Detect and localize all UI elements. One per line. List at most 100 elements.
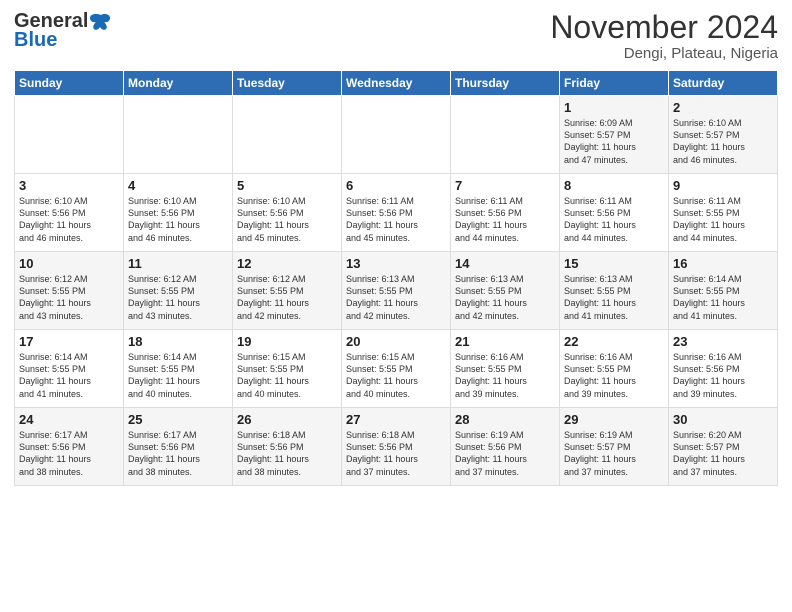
day-number: 29 [564,412,664,427]
title-block: November 2024 Dengi, Plateau, Nigeria [550,10,778,62]
day-number: 30 [673,412,773,427]
weekday-header: Wednesday [342,71,451,96]
day-number: 8 [564,178,664,193]
day-number: 11 [128,256,228,271]
day-info: Sunrise: 6:16 AM Sunset: 5:55 PM Dayligh… [564,351,664,400]
weekday-header: Thursday [451,71,560,96]
day-number: 10 [19,256,119,271]
calendar-day-cell: 25 Sunrise: 6:17 AM Sunset: 5:56 PM Dayli… [124,408,233,486]
calendar-day-cell: 21 Sunrise: 6:16 AM Sunset: 5:55 PM Dayli… [451,330,560,408]
day-number: 26 [237,412,337,427]
day-info: Sunrise: 6:11 AM Sunset: 5:56 PM Dayligh… [455,195,555,244]
calendar-day-cell: 19Sunrise: 6:15 AM Sunset: 5:55 PM Dayli… [233,330,342,408]
calendar-day-cell: 8Sunrise: 6:11 AM Sunset: 5:56 PM Daylig… [560,174,669,252]
day-number: 27 [346,412,446,427]
day-number: 12 [237,256,337,271]
calendar-day-cell: 14 Sunrise: 6:13 AM Sunset: 5:55 PM Dayli… [451,252,560,330]
calendar-day-cell: 22 Sunrise: 6:16 AM Sunset: 5:55 PM Dayli… [560,330,669,408]
calendar-day-cell [451,96,560,174]
day-number: 2 [673,100,773,115]
day-info: Sunrise: 6:10 AM Sunset: 5:57 PM Dayligh… [673,117,773,166]
day-info: Sunrise: 6:18 AM Sunset: 5:56 PM Dayligh… [346,429,446,478]
day-info: Sunrise: 6:13 AM Sunset: 5:55 PM Dayligh… [564,273,664,322]
day-number: 24 [19,412,119,427]
day-info: Sunrise: 6:10 AM Sunset: 5:56 PM Dayligh… [19,195,119,244]
calendar-day-cell [15,96,124,174]
day-info: Sunrise: 6:13 AM Sunset: 5:55 PM Dayligh… [455,273,555,322]
calendar-day-cell: 5 Sunrise: 6:10 AM Sunset: 5:56 PM Daylig… [233,174,342,252]
day-number: 17 [19,334,119,349]
day-number: 18 [128,334,228,349]
day-info: Sunrise: 6:14 AM Sunset: 5:55 PM Dayligh… [19,351,119,400]
weekday-header: Sunday [15,71,124,96]
day-info: Sunrise: 6:17 AM Sunset: 5:56 PM Dayligh… [19,429,119,478]
day-number: 14 [455,256,555,271]
logo-blue: Blue [14,29,57,52]
calendar-day-cell [342,96,451,174]
calendar-week-row: 24 Sunrise: 6:17 AM Sunset: 5:56 PM Dayli… [15,408,778,486]
weekday-header: Tuesday [233,71,342,96]
calendar-day-cell: 1Sunrise: 6:09 AM Sunset: 5:57 PM Daylig… [560,96,669,174]
calendar-day-cell: 24 Sunrise: 6:17 AM Sunset: 5:56 PM Dayli… [15,408,124,486]
day-info: Sunrise: 6:17 AM Sunset: 5:56 PM Dayligh… [128,429,228,478]
day-info: Sunrise: 6:12 AM Sunset: 5:55 PM Dayligh… [237,273,337,322]
calendar-week-row: 3Sunrise: 6:10 AM Sunset: 5:56 PM Daylig… [15,174,778,252]
day-info: Sunrise: 6:20 AM Sunset: 5:57 PM Dayligh… [673,429,773,478]
day-number: 21 [455,334,555,349]
day-info: Sunrise: 6:16 AM Sunset: 5:55 PM Dayligh… [455,351,555,400]
day-info: Sunrise: 6:19 AM Sunset: 5:56 PM Dayligh… [455,429,555,478]
location-title: Dengi, Plateau, Nigeria [550,45,778,62]
calendar-day-cell: 30 Sunrise: 6:20 AM Sunset: 5:57 PM Dayli… [669,408,778,486]
day-number: 25 [128,412,228,427]
day-number: 23 [673,334,773,349]
day-info: Sunrise: 6:11 AM Sunset: 5:56 PM Dayligh… [346,195,446,244]
day-number: 9 [673,178,773,193]
day-number: 22 [564,334,664,349]
calendar-day-cell: 29 Sunrise: 6:19 AM Sunset: 5:57 PM Dayli… [560,408,669,486]
calendar-day-cell: 13 Sunrise: 6:13 AM Sunset: 5:55 PM Dayli… [342,252,451,330]
calendar-day-cell: 7 Sunrise: 6:11 AM Sunset: 5:56 PM Daylig… [451,174,560,252]
calendar-day-cell: 3Sunrise: 6:10 AM Sunset: 5:56 PM Daylig… [15,174,124,252]
day-number: 19 [237,334,337,349]
day-number: 16 [673,256,773,271]
day-info: Sunrise: 6:15 AM Sunset: 5:55 PM Dayligh… [346,351,446,400]
day-number: 1 [564,100,664,115]
day-info: Sunrise: 6:10 AM Sunset: 5:56 PM Dayligh… [237,195,337,244]
day-info: Sunrise: 6:12 AM Sunset: 5:55 PM Dayligh… [19,273,119,322]
header: General Blue November 2024 Dengi, Platea… [14,10,778,62]
day-number: 4 [128,178,228,193]
day-number: 28 [455,412,555,427]
calendar: SundayMondayTuesdayWednesdayThursdayFrid… [14,70,778,486]
day-info: Sunrise: 6:12 AM Sunset: 5:55 PM Dayligh… [128,273,228,322]
day-number: 7 [455,178,555,193]
calendar-week-row: 10 Sunrise: 6:12 AM Sunset: 5:55 PM Dayli… [15,252,778,330]
calendar-day-cell: 23 Sunrise: 6:16 AM Sunset: 5:56 PM Dayli… [669,330,778,408]
calendar-day-cell: 26 Sunrise: 6:18 AM Sunset: 5:56 PM Dayli… [233,408,342,486]
calendar-day-cell: 2 Sunrise: 6:10 AM Sunset: 5:57 PM Daylig… [669,96,778,174]
day-info: Sunrise: 6:18 AM Sunset: 5:56 PM Dayligh… [237,429,337,478]
calendar-day-cell: 17 Sunrise: 6:14 AM Sunset: 5:55 PM Dayli… [15,330,124,408]
calendar-header-row: SundayMondayTuesdayWednesdayThursdayFrid… [15,71,778,96]
calendar-day-cell: 11 Sunrise: 6:12 AM Sunset: 5:55 PM Dayli… [124,252,233,330]
day-info: Sunrise: 6:14 AM Sunset: 5:55 PM Dayligh… [128,351,228,400]
calendar-day-cell: 6 Sunrise: 6:11 AM Sunset: 5:56 PM Daylig… [342,174,451,252]
calendar-day-cell: 28 Sunrise: 6:19 AM Sunset: 5:56 PM Dayli… [451,408,560,486]
day-number: 15 [564,256,664,271]
day-info: Sunrise: 6:13 AM Sunset: 5:55 PM Dayligh… [346,273,446,322]
calendar-week-row: 1Sunrise: 6:09 AM Sunset: 5:57 PM Daylig… [15,96,778,174]
calendar-day-cell [124,96,233,174]
logo-bird-icon [90,11,112,33]
day-info: Sunrise: 6:11 AM Sunset: 5:55 PM Dayligh… [673,195,773,244]
calendar-day-cell: 20Sunrise: 6:15 AM Sunset: 5:55 PM Dayli… [342,330,451,408]
day-info: Sunrise: 6:19 AM Sunset: 5:57 PM Dayligh… [564,429,664,478]
calendar-day-cell [233,96,342,174]
day-info: Sunrise: 6:10 AM Sunset: 5:56 PM Dayligh… [128,195,228,244]
calendar-week-row: 17 Sunrise: 6:14 AM Sunset: 5:55 PM Dayli… [15,330,778,408]
calendar-day-cell: 27 Sunrise: 6:18 AM Sunset: 5:56 PM Dayli… [342,408,451,486]
month-title: November 2024 [550,10,778,45]
day-info: Sunrise: 6:16 AM Sunset: 5:56 PM Dayligh… [673,351,773,400]
day-number: 13 [346,256,446,271]
day-number: 6 [346,178,446,193]
weekday-header: Friday [560,71,669,96]
day-number: 5 [237,178,337,193]
